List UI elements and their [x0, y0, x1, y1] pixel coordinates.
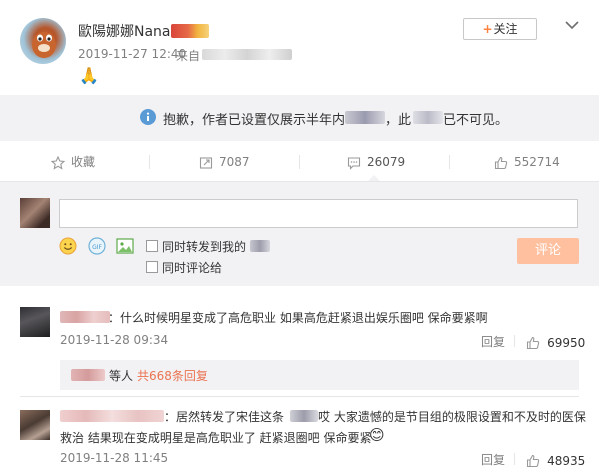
action-separator	[514, 453, 515, 465]
comment-text-line1b: 哎 大家遗憾的是节目组的极限设置和不及时的医保	[318, 410, 586, 424]
comment-to-checkbox[interactable]	[146, 261, 158, 273]
comment-input[interactable]	[59, 199, 578, 228]
comment-like-button[interactable]: 69950	[526, 332, 585, 351]
sub-reply-names-blurred	[71, 369, 105, 381]
author-avatar[interactable]	[20, 18, 66, 64]
notice-blurred-1	[345, 111, 385, 124]
author-badge	[171, 24, 209, 38]
repost-option-label: 同时转发到我的	[162, 240, 247, 254]
comment-like-count: 69950	[547, 336, 586, 350]
emoji-icon[interactable]	[59, 237, 77, 255]
my-avatar	[20, 198, 50, 228]
thumbs-up-icon	[526, 336, 540, 349]
comment-divider	[20, 396, 579, 397]
comment-time: 2019-11-28 11:45	[60, 451, 169, 465]
comment-icon	[347, 156, 361, 170]
comment-text-blurred	[290, 410, 318, 422]
comment-compose-panel: GIF 同时转发到我的 同时评论给 评论	[0, 182, 599, 286]
plus-icon: +	[482, 22, 493, 36]
action-separator	[514, 335, 515, 347]
comment-active-indicator	[368, 175, 380, 181]
reply-button[interactable]: 回复	[481, 333, 505, 350]
submit-comment-button[interactable]: 评论	[517, 238, 579, 264]
comment-like-button[interactable]: 48935	[526, 450, 585, 469]
thumbs-up-icon	[494, 156, 508, 169]
svg-text:GIF: GIF	[92, 244, 102, 251]
comment-time: 2019-11-28 09:34	[60, 333, 169, 347]
sub-reply-text: 等人	[109, 369, 134, 383]
star-icon	[50, 155, 66, 170]
favorite-button[interactable]: 收藏	[50, 143, 96, 181]
post-timestamp[interactable]: 2019-11-27 12:40	[78, 47, 186, 61]
view-all-replies-link[interactable]: 共668条回复	[137, 367, 208, 384]
action-separator	[449, 155, 450, 169]
info-icon	[140, 109, 156, 125]
notice-text-part3: 已不可见。	[443, 113, 509, 128]
action-separator	[299, 155, 300, 169]
commenter-name-blurred[interactable]	[60, 311, 110, 323]
comment-option-label: 同时评论给	[162, 261, 223, 275]
like-count: 552714	[514, 155, 560, 169]
commenter-avatar[interactable]	[20, 410, 50, 440]
gif-icon[interactable]: GIF	[88, 237, 106, 255]
post-source-prefix: 来自	[176, 49, 201, 63]
comment-text-line2: 救治 结果现在变成明星是高危职业了 赶紧退圈吧 保命要紧	[60, 431, 372, 445]
follow-label: 关注	[493, 22, 518, 36]
post-source-blurred	[202, 49, 292, 60]
visibility-notice: 抱歉，作者已设置仅展示半年内 ，此 已不可见。	[0, 95, 599, 141]
reply-button[interactable]: 回复	[481, 451, 505, 468]
repost-checkbox[interactable]	[146, 240, 158, 252]
commenter-name-blurred[interactable]	[60, 410, 164, 422]
post-action-bar: 收藏 7087 26079 552714	[0, 143, 599, 182]
commenter-avatar[interactable]	[20, 307, 50, 337]
comment-count: 26079	[367, 155, 406, 169]
follow-button[interactable]: +关注	[463, 18, 537, 40]
repost-option-blurred	[250, 240, 270, 252]
action-separator	[149, 155, 150, 169]
comment-like-count: 48935	[547, 454, 586, 468]
notice-blurred-2	[413, 111, 443, 124]
comment-text: ：什么时候明星变成了高危职业 如果高危赶紧退出娱乐圈吧 保命要紧啊	[108, 311, 488, 325]
post-content-emoji: 🙏	[79, 66, 99, 85]
thumbs-up-icon	[526, 454, 540, 467]
author-name[interactable]: 歐陽娜娜Nana	[78, 21, 171, 41]
smile-emoji: 😊	[369, 426, 385, 444]
notice-text-part2: ，此	[385, 113, 412, 128]
sub-replies-bar: 等人 共668条回复	[60, 360, 579, 390]
repost-count: 7087	[219, 155, 250, 169]
favorite-label: 收藏	[71, 155, 96, 169]
comment-text-line1a: ：居然转发了宋佳这条	[164, 410, 285, 424]
image-icon[interactable]	[116, 237, 134, 255]
like-button[interactable]: 552714	[494, 143, 560, 181]
repost-button[interactable]: 7087	[199, 143, 250, 181]
notice-text-part1: 抱歉，作者已设置仅展示半年内	[163, 113, 346, 128]
more-options-chevron-icon[interactable]	[565, 15, 579, 30]
repost-icon	[199, 156, 213, 169]
